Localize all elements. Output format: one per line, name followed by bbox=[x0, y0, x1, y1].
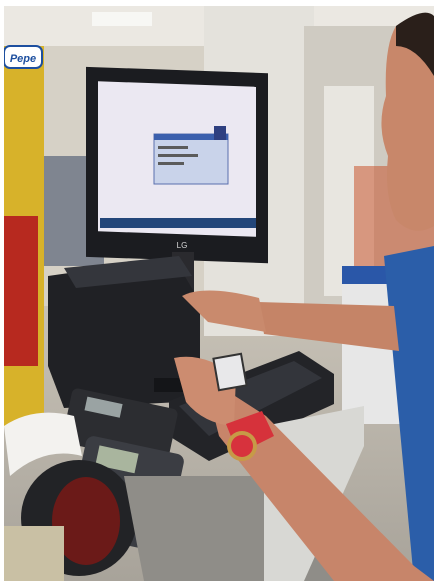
upper-arm bbox=[258, 302, 399, 351]
bottom-left-items bbox=[4, 526, 64, 581]
monitor-brand: LG bbox=[177, 241, 188, 250]
promo-red-block bbox=[4, 216, 38, 366]
taskbar bbox=[100, 218, 256, 228]
screen-dialog bbox=[153, 133, 229, 185]
ceiling-light bbox=[92, 12, 152, 26]
brand-sign-text: Pepe bbox=[10, 53, 36, 65]
receipt-printer bbox=[48, 256, 200, 408]
handheld-device bbox=[212, 352, 248, 392]
checkout-photo: Pepe LG bbox=[4, 6, 434, 581]
brand-sign: Pepe bbox=[4, 45, 43, 69]
